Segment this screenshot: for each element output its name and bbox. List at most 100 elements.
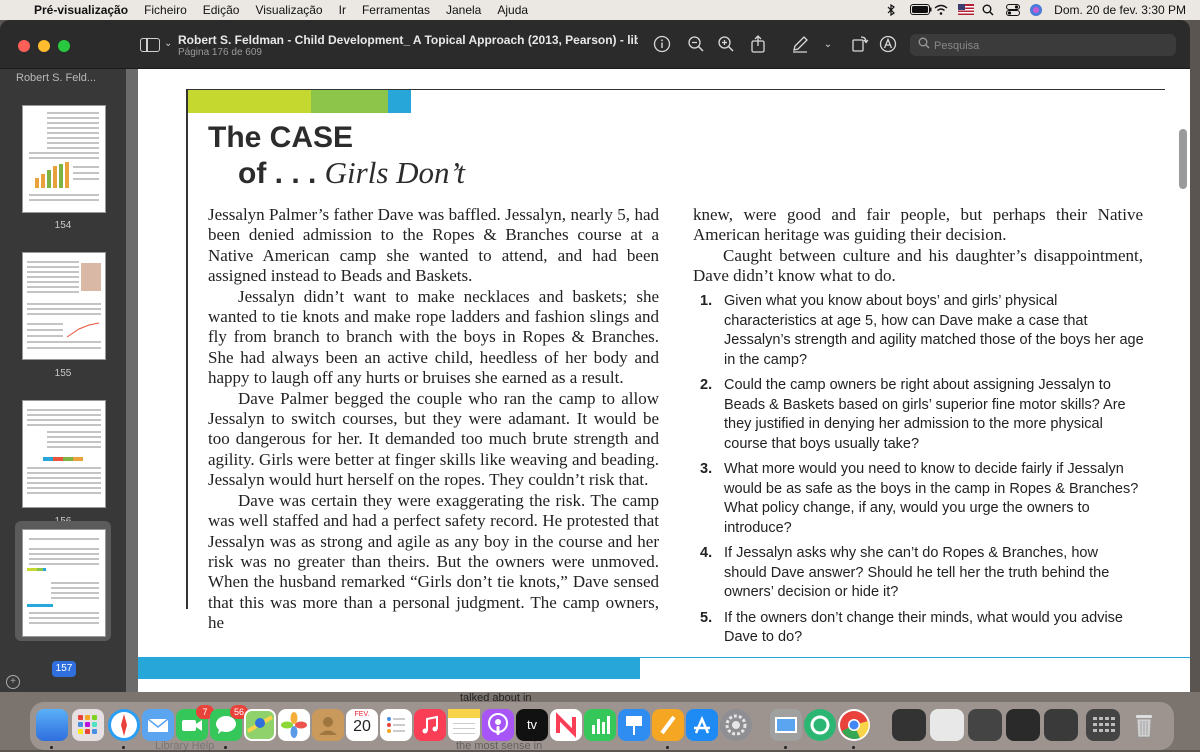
news-icon[interactable] <box>550 709 582 741</box>
chevron-down-icon[interactable]: ⌄ <box>164 38 172 49</box>
podcasts-icon[interactable] <box>482 709 514 741</box>
music-icon[interactable] <box>414 709 446 741</box>
pages-icon[interactable] <box>652 709 684 741</box>
question-number: 2. <box>700 377 713 393</box>
menu-app-name[interactable]: Pré-visualização <box>30 3 136 17</box>
battery-icon[interactable] <box>910 4 932 16</box>
mail-icon[interactable] <box>142 709 174 741</box>
minimize-window-button[interactable] <box>38 40 50 52</box>
maps-icon[interactable] <box>244 709 276 741</box>
footer-rule <box>640 657 1190 658</box>
thumbnail-page-157-selected[interactable] <box>22 529 106 637</box>
question-number: 3. <box>700 461 713 477</box>
downloads-stack-icon[interactable] <box>1086 709 1120 741</box>
thumbnail-page-156[interactable] <box>22 400 106 508</box>
thumbnail-label-154: 154 <box>54 220 72 231</box>
safari-icon[interactable] <box>108 709 140 741</box>
sidebar-rule <box>186 89 188 609</box>
question-text: Given what you know about boys’ and girl… <box>724 293 1144 368</box>
question-text: What more would you need to know to deci… <box>724 461 1139 536</box>
document-title: Robert S. Feldman - Child Development_ A… <box>178 33 638 47</box>
menu-ajuda[interactable]: Ajuda <box>489 3 536 17</box>
calendar-month: FEV. <box>354 711 370 718</box>
question-number: 5. <box>700 609 713 626</box>
trash-icon[interactable] <box>1128 709 1160 741</box>
running-indicator <box>666 746 669 749</box>
info-button[interactable] <box>652 35 672 55</box>
spotlight-search-icon[interactable] <box>982 4 996 16</box>
keynote-icon[interactable] <box>618 709 650 741</box>
add-page-icon[interactable]: + <box>6 675 20 689</box>
minimized-window-3[interactable] <box>968 709 1002 741</box>
grammarly-icon[interactable] <box>804 709 836 741</box>
menu-ficheiro[interactable]: Ficheiro <box>136 3 195 17</box>
thumbnail-page-154[interactable] <box>22 105 106 213</box>
menu-ir[interactable]: Ir <box>331 3 354 17</box>
zoom-out-button[interactable] <box>686 35 706 55</box>
apple-tv-icon[interactable]: tv <box>516 709 548 741</box>
notes-icon[interactable] <box>448 709 480 741</box>
thumbnail-label-155: 155 <box>54 368 72 379</box>
messages-icon[interactable]: 56 <box>210 705 248 741</box>
document-viewport[interactable]: The CASE of . . . Girls Don’t Jessalyn P… <box>126 69 1190 692</box>
menu-ferramentas[interactable]: Ferramentas <box>354 3 438 17</box>
thumbnail-page-155[interactable] <box>22 252 106 360</box>
markup-menu-chevron-icon[interactable]: ⌄ <box>818 35 838 55</box>
header-color-block-lime <box>188 90 311 113</box>
menu-janela[interactable]: Janela <box>438 3 489 17</box>
keyboard-flag-icon[interactable] <box>958 4 975 16</box>
search-input[interactable] <box>932 34 1166 58</box>
numbers-icon[interactable] <box>584 709 616 741</box>
vertical-scrollbar[interactable] <box>1179 129 1187 189</box>
system-preferences-icon[interactable] <box>720 709 752 741</box>
bluetooth-icon[interactable] <box>886 3 900 17</box>
thumbnail-sidebar: Robert S. Feld... 154 155 156 <box>0 69 126 692</box>
menu-visualizacao[interactable]: Visualização <box>247 3 330 17</box>
case-subtitle-prefix: of . . . <box>238 157 325 190</box>
facetime-icon[interactable]: 7 <box>176 705 214 741</box>
minimized-window-5[interactable] <box>1044 709 1078 741</box>
calendar-icon[interactable]: FEV. 20 <box>346 709 378 741</box>
annotate-button[interactable] <box>878 35 898 55</box>
question-number: 1. <box>700 293 713 309</box>
app-store-icon[interactable] <box>686 709 718 741</box>
minimized-window-4[interactable] <box>1006 709 1040 741</box>
sidebar-document-name[interactable]: Robert S. Feld... <box>16 72 96 84</box>
case-title: The CASE <box>208 121 354 154</box>
control-center-icon[interactable] <box>1006 4 1021 16</box>
finder-icon[interactable] <box>36 709 68 741</box>
minimized-window-2[interactable] <box>930 709 964 741</box>
calendar-day: 20 <box>353 718 371 735</box>
siri-icon[interactable] <box>1030 4 1044 16</box>
sidebar-toggle-icon[interactable] <box>140 38 160 52</box>
rotate-button[interactable] <box>850 35 870 55</box>
contacts-icon[interactable] <box>312 709 344 741</box>
wifi-icon[interactable] <box>934 4 948 16</box>
minimized-window-1[interactable] <box>892 709 926 741</box>
menu-edicao[interactable]: Edição <box>195 3 248 17</box>
running-indicator <box>122 746 125 749</box>
menubar-clock[interactable]: Dom. 20 de fev. 3:30 PM <box>1054 3 1186 17</box>
question-item: 5. If the owners don’t change their minds… <box>700 609 1144 648</box>
paragraph: Caught between culture and his daughter’… <box>693 245 1143 286</box>
share-button[interactable] <box>748 35 768 55</box>
dock: 7 56 FEV. 20 tv <box>30 702 1174 750</box>
apple-tv-label: tv <box>526 717 538 732</box>
paragraph: Dave Palmer begged the couple who ran th… <box>208 388 659 490</box>
fullscreen-window-button[interactable] <box>58 40 70 52</box>
case-subtitle-italic: Girls Don’t <box>324 155 466 190</box>
reminders-icon[interactable] <box>380 709 412 741</box>
close-window-button[interactable] <box>18 40 30 52</box>
paragraph: Jessalyn didn’t want to make necklaces a… <box>208 286 659 388</box>
photos-icon[interactable] <box>278 709 310 741</box>
pdf-page: The CASE of . . . Girls Don’t Jessalyn P… <box>138 69 1190 692</box>
launchpad-icon[interactable] <box>72 709 104 741</box>
search-field[interactable] <box>910 34 1176 58</box>
menu-bar: Pré-visualização Ficheiro Edição Visuali… <box>0 0 1200 20</box>
question-text: If Jessalyn asks why she can’t do Ropes … <box>724 545 1110 600</box>
search-icon <box>918 37 930 52</box>
chrome-icon[interactable] <box>838 709 870 741</box>
zoom-in-button[interactable] <box>716 35 736 55</box>
preview-app-icon[interactable] <box>770 709 802 741</box>
markup-pen-button[interactable] <box>790 35 810 55</box>
